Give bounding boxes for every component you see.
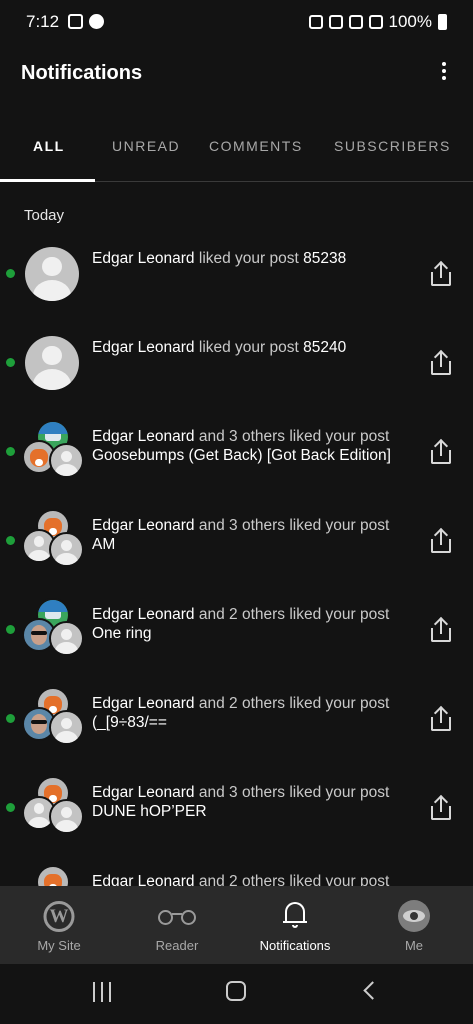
notification-text: Edgar Leonard and 2 others liked your po…	[92, 873, 390, 886]
glasses-icon	[156, 908, 198, 925]
notification-list[interactable]: Edgar Leonard liked your post 85238 Edga…	[0, 232, 473, 886]
avatar	[36, 865, 70, 886]
tab-comments[interactable]: COMMENTS	[209, 138, 303, 154]
filter-tabs: ALL UNREAD COMMENTS SUBSCRIBERS	[0, 112, 473, 182]
unread-dot	[6, 447, 15, 456]
status-time: 7:12	[26, 12, 60, 31]
mute-icon	[328, 15, 343, 29]
active-tab-indicator	[0, 179, 95, 182]
status-bar: 7:12 100%	[0, 0, 473, 46]
notification-item[interactable]: Edgar Leonard liked your post 85238	[0, 232, 473, 321]
home-icon[interactable]	[226, 981, 246, 1001]
share-icon[interactable]	[431, 794, 451, 820]
nav-notifications[interactable]: Notifications	[236, 886, 354, 964]
avatar	[49, 710, 84, 745]
unread-dot	[6, 714, 15, 723]
bottom-nav: W My Site Reader Notifications Me	[0, 886, 473, 964]
unread-dot	[6, 269, 15, 278]
nfc-icon	[308, 15, 323, 29]
signal-icon	[368, 15, 383, 29]
gallery-icon	[68, 14, 83, 29]
avatar	[49, 532, 84, 567]
avatar	[49, 799, 84, 834]
battery-percent: 100%	[388, 12, 432, 31]
messenger-icon	[89, 14, 104, 29]
page-title: Notifications	[21, 62, 143, 84]
wifi-icon	[348, 15, 363, 29]
recents-icon[interactable]	[93, 982, 115, 1002]
avatar	[398, 900, 430, 932]
unread-dot	[6, 625, 15, 634]
share-icon[interactable]	[431, 527, 451, 553]
tab-subscribers[interactable]: SUBSCRIBERS	[334, 138, 451, 154]
system-nav-bar	[0, 964, 473, 1024]
notification-text: Edgar Leonard liked your post 85240	[92, 339, 347, 356]
unread-dot	[6, 358, 15, 367]
avatar	[49, 621, 84, 656]
notification-text: Edgar Leonard and 3 others liked your po…	[92, 428, 391, 464]
back-icon[interactable]	[363, 981, 382, 1000]
tab-all[interactable]: ALL	[33, 138, 65, 154]
nav-reader[interactable]: Reader	[118, 886, 236, 964]
unread-dot	[6, 536, 15, 545]
avatar	[25, 336, 79, 390]
bell-icon	[283, 900, 307, 930]
share-icon[interactable]	[431, 616, 451, 642]
notification-item[interactable]: Edgar Leonard and 3 others liked your po…	[0, 499, 473, 588]
share-icon[interactable]	[431, 438, 451, 464]
share-icon[interactable]	[431, 349, 451, 375]
nav-my-site[interactable]: W My Site	[0, 886, 118, 964]
notification-item[interactable]: Edgar Leonard and 2 others liked your po…	[0, 677, 473, 766]
nav-me[interactable]: Me	[355, 886, 473, 964]
battery-icon	[438, 14, 447, 30]
unread-dot	[6, 803, 15, 812]
share-icon[interactable]	[431, 260, 451, 286]
notification-text: Edgar Leonard and 2 others liked your po…	[92, 606, 390, 642]
wordpress-icon: W	[43, 901, 75, 932]
notification-item[interactable]: Edgar Leonard liked your post 85240	[0, 321, 473, 410]
notification-text: Edgar Leonard and 2 others liked your po…	[92, 695, 390, 731]
notification-item[interactable]: Edgar Leonard and 3 others liked your po…	[0, 766, 473, 855]
notification-item[interactable]: Edgar Leonard and 3 others liked your po…	[0, 410, 473, 499]
notification-text: Edgar Leonard liked your post 85238	[92, 250, 347, 267]
notification-item[interactable]: Edgar Leonard and 2 others liked your po…	[0, 855, 473, 886]
notification-text: Edgar Leonard and 3 others liked your po…	[92, 784, 390, 820]
more-options-icon[interactable]	[439, 62, 449, 84]
share-icon[interactable]	[431, 705, 451, 731]
notification-text: Edgar Leonard and 3 others liked your po…	[92, 517, 390, 553]
tab-unread[interactable]: UNREAD	[112, 138, 180, 154]
section-heading: Today	[24, 207, 65, 224]
notification-item[interactable]: Edgar Leonard and 2 others liked your po…	[0, 588, 473, 677]
avatar	[49, 443, 84, 478]
avatar	[25, 247, 79, 301]
app-header: Notifications	[0, 48, 473, 104]
